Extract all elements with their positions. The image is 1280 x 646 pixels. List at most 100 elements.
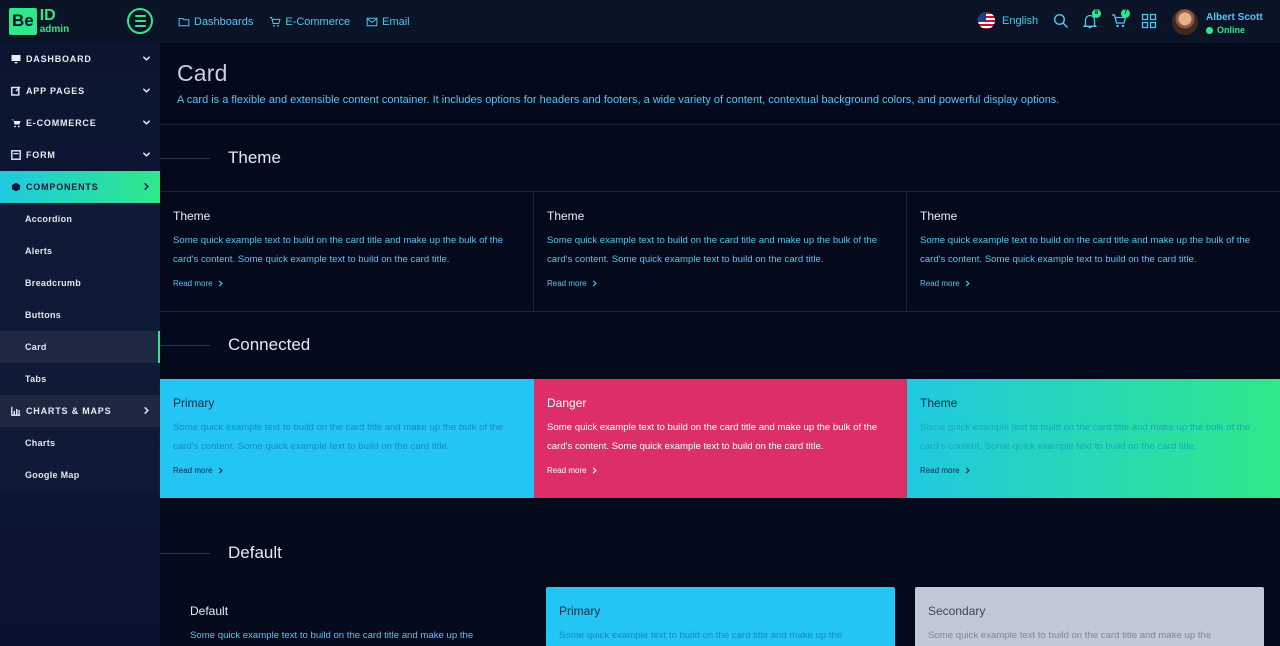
default-card: Default Some quick example text to build… <box>177 587 527 646</box>
mail-icon <box>366 17 378 26</box>
read-more-link[interactable]: Read more <box>173 466 521 475</box>
sidebar-item-label: FORM <box>26 150 56 160</box>
card-title: Theme <box>920 209 958 223</box>
card-title: Theme <box>920 396 958 410</box>
read-more-link[interactable]: Read more <box>173 279 520 288</box>
sidebar-subitem-buttons[interactable]: Buttons <box>0 299 160 331</box>
menu-toggle-button[interactable] <box>127 8 153 34</box>
sidebar-item-label: DASHBOARD <box>26 54 92 64</box>
monitor-icon <box>11 55 21 64</box>
chevron-right-icon <box>965 280 970 287</box>
cart-icon <box>270 16 281 27</box>
cart-button[interactable]: 7 <box>1111 9 1130 29</box>
read-more-link[interactable]: Read more <box>547 466 894 475</box>
topnav-dashboards[interactable]: Dashboards <box>178 16 253 28</box>
user-status-label: Online <box>1217 25 1246 35</box>
read-more-link[interactable]: Read more <box>920 466 1267 475</box>
chevron-down-icon <box>142 56 151 61</box>
section-title: Default <box>228 543 282 562</box>
sidebar-item-label: COMPONENTS <box>26 182 99 192</box>
sidebar-subitem-tabs[interactable]: Tabs <box>0 363 160 395</box>
read-more-label: Read more <box>173 279 213 288</box>
card-text: Some quick example text to build on the … <box>920 422 1251 452</box>
chevron-right-icon <box>144 182 149 191</box>
user-status: Online <box>1206 25 1245 35</box>
card-title: Theme <box>173 209 211 223</box>
form-icon <box>11 150 21 160</box>
card-text: Some quick example text to build on the … <box>190 630 474 641</box>
sidebar-subitem-breadcrumb[interactable]: Breadcrumb <box>0 267 160 299</box>
read-more-label: Read more <box>920 466 960 475</box>
sidebar-subitem-alerts[interactable]: Alerts <box>0 235 160 267</box>
edit-icon <box>11 86 21 96</box>
top-nav: Dashboards E-Commerce Email <box>178 0 410 43</box>
card-title: Theme <box>547 209 585 223</box>
page-title: Card <box>177 60 228 86</box>
read-more-label: Read more <box>547 466 587 475</box>
sidebar-subitem-google-map[interactable]: Google Map <box>0 459 160 491</box>
chevron-down-icon <box>142 88 151 93</box>
brand-logo[interactable]: Be ID admin <box>9 8 69 35</box>
card-text: Some quick example text to build on the … <box>547 235 878 265</box>
chevron-right-icon <box>592 467 597 474</box>
apps-button[interactable] <box>1141 13 1157 29</box>
page-description: A card is a flexible and extensible cont… <box>177 94 1060 106</box>
chevron-right-icon <box>218 280 223 287</box>
card-title: Primary <box>173 396 215 410</box>
card-text: Some quick example text to build on the … <box>928 630 1212 641</box>
language-selector[interactable]: English <box>978 12 1038 29</box>
sidebar-item-dashboard[interactable]: DASHBOARD <box>0 43 160 75</box>
secondary-card: Secondary Some quick example text to bui… <box>915 587 1264 646</box>
sidebar-item-ecommerce[interactable]: E-COMMERCE <box>0 107 160 139</box>
sidebar-item-label: CHARTS & MAPS <box>26 406 112 416</box>
card-title: Secondary <box>928 604 986 618</box>
theme-card: Theme Some quick example text to build o… <box>534 192 907 311</box>
us-flag-icon <box>978 12 995 29</box>
card-title: Danger <box>547 396 587 410</box>
sidebar-subitem-card[interactable]: Card <box>0 331 160 363</box>
section-default-heading: Default <box>160 543 282 563</box>
card-title: Default <box>190 604 229 618</box>
section-connected-heading: Connected <box>160 335 310 355</box>
card-title: Primary <box>559 604 601 618</box>
logo-id: ID <box>39 7 56 24</box>
read-more-label: Read more <box>920 279 960 288</box>
theme-card: Theme Some quick example text to build o… <box>907 192 1280 311</box>
sidebar-item-label: APP PAGES <box>26 86 85 96</box>
notifications-badge: 8 <box>1092 9 1101 18</box>
topnav-email[interactable]: Email <box>366 16 410 28</box>
top-bar: Be ID admin Dashboards E-Commerce Email … <box>0 0 1280 43</box>
sidebar-item-form[interactable]: FORM <box>0 139 160 171</box>
search-button[interactable] <box>1053 13 1069 29</box>
sidebar-item-label: E-COMMERCE <box>26 118 97 128</box>
user-name[interactable]: Albert Scott <box>1206 12 1263 23</box>
notifications-button[interactable]: 8 <box>1082 9 1101 29</box>
danger-card: Danger Some quick example text to build … <box>534 379 907 498</box>
chevron-down-icon <box>142 120 151 125</box>
card-text: Some quick example text to build on the … <box>547 422 878 452</box>
sidebar-subitem-charts[interactable]: Charts <box>0 427 160 459</box>
user-avatar[interactable] <box>1172 9 1198 35</box>
section-theme-heading: Theme <box>160 148 281 168</box>
card-text: Some quick example text to build on the … <box>173 235 504 265</box>
read-more-link[interactable]: Read more <box>920 279 1267 288</box>
topnav-ecommerce-label: E-Commerce <box>285 15 351 28</box>
read-more-link[interactable]: Read more <box>547 279 893 288</box>
chart-icon <box>11 406 21 416</box>
sidebar-item-components[interactable]: COMPONENTS <box>0 171 160 203</box>
sidebar-subitem-accordion[interactable]: Accordion <box>0 203 160 235</box>
section-title: Connected <box>228 335 311 354</box>
folder-icon <box>178 17 190 26</box>
sidebar: DASHBOARD APP PAGES E-COMMERCE FORM COMP… <box>0 43 160 646</box>
divider <box>160 311 1280 312</box>
sidebar-item-app-pages[interactable]: APP PAGES <box>0 75 160 107</box>
sidebar-item-charts-maps[interactable]: CHARTS & MAPS <box>0 395 160 427</box>
logo-subtitle: admin <box>39 24 70 35</box>
cart-icon <box>11 119 21 128</box>
topnav-dashboards-label: Dashboards <box>194 15 254 28</box>
topnav-email-label: Email <box>382 15 410 28</box>
card-text: Some quick example text to build on the … <box>173 422 504 452</box>
online-dot-icon <box>1206 26 1213 34</box>
chevron-right-icon <box>592 280 597 287</box>
topnav-ecommerce[interactable]: E-Commerce <box>269 16 350 28</box>
